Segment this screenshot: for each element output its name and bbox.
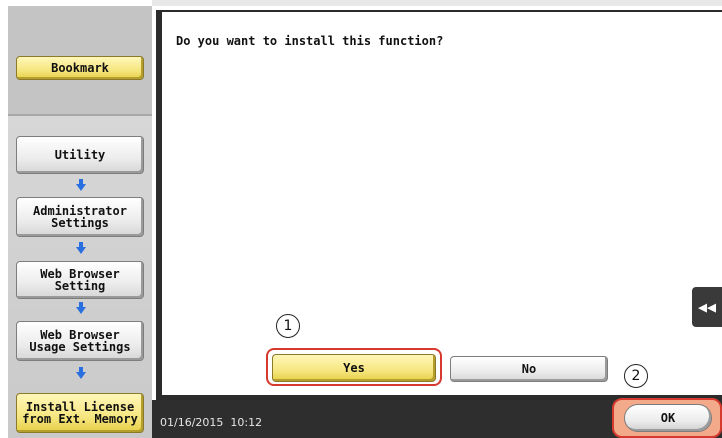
yes-button[interactable]: Yes — [272, 354, 436, 382]
collapse-panel-icon[interactable]: ◀◀ — [692, 287, 722, 327]
dialog-panel — [156, 10, 722, 401]
down-arrow-icon — [76, 179, 86, 191]
dialog-prompt: Do you want to install this function? — [176, 34, 444, 48]
install-license-button[interactable]: Install License from Ext. Memory — [16, 393, 144, 433]
utility-button[interactable]: Utility — [16, 136, 144, 174]
web-browser-usage-settings-button[interactable]: Web Browser Usage Settings — [16, 321, 144, 361]
bookmark-button[interactable]: Bookmark — [16, 56, 144, 80]
top-frame — [152, 0, 722, 6]
ok-button[interactable]: OK — [624, 404, 712, 432]
administrator-settings-button[interactable]: Administrator Settings — [16, 197, 144, 237]
web-browser-setting-button[interactable]: Web Browser Setting — [16, 261, 144, 299]
down-arrow-icon — [76, 302, 86, 314]
down-arrow-icon — [76, 242, 86, 254]
callout-number-1: 1 — [276, 314, 300, 338]
down-arrow-icon — [76, 367, 86, 379]
no-button[interactable]: No — [450, 356, 608, 382]
date-time: 01/16/2015 10:12 — [160, 416, 263, 429]
callout-number-2: 2 — [624, 364, 648, 388]
